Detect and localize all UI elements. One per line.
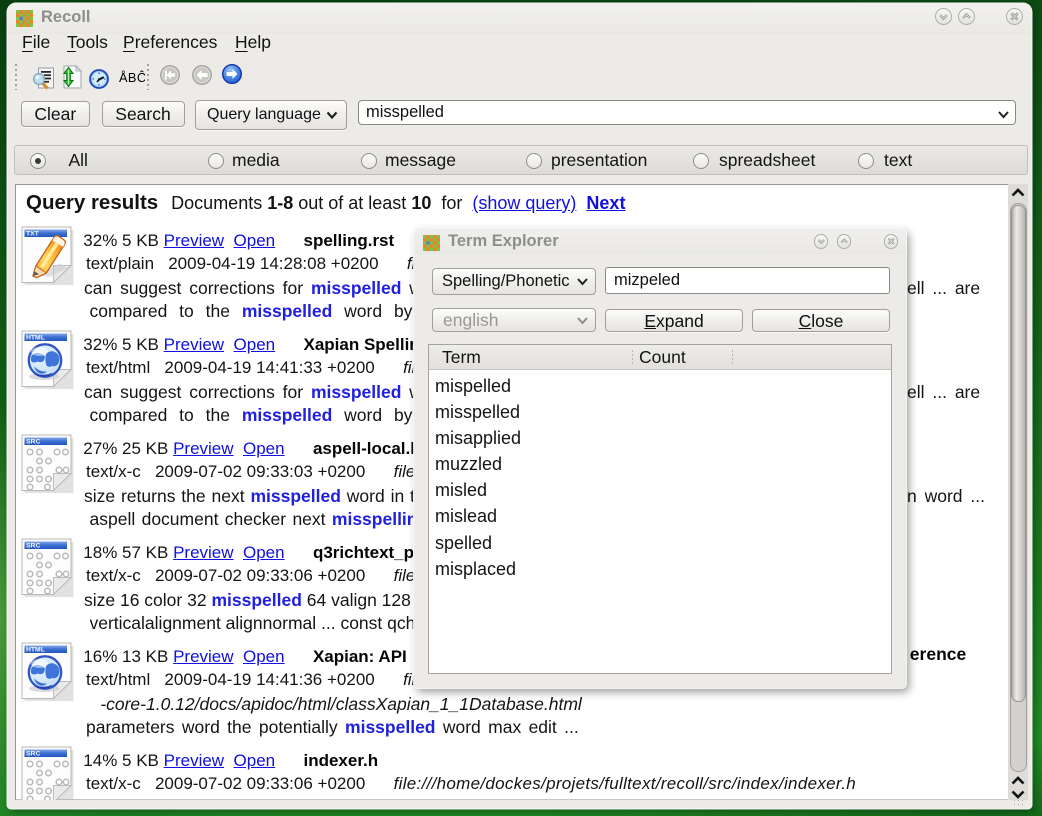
- svg-text:ÅBĈ: ÅBĈ: [119, 70, 145, 85]
